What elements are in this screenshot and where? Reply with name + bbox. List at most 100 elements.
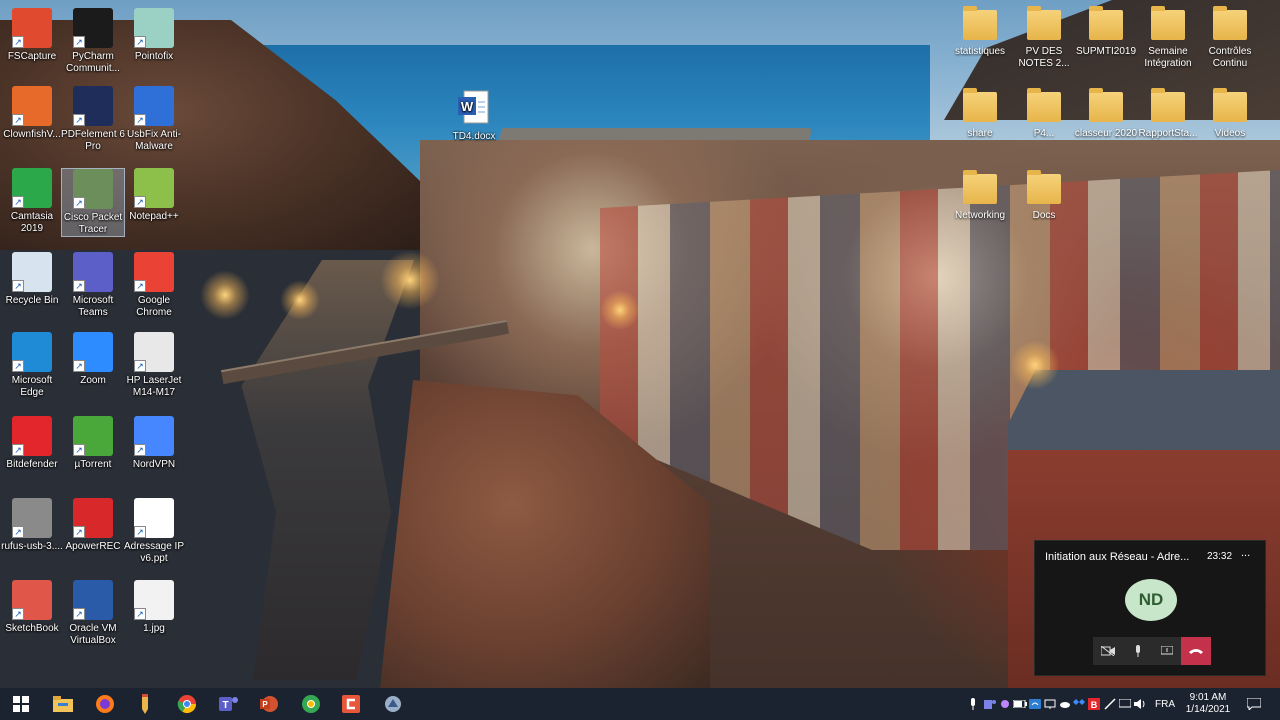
desktop-icon-label: Notepad++ xyxy=(129,211,179,222)
desktop-icon[interactable]: ↗ Google Chrome xyxy=(122,252,186,319)
desktop-folder-label: PV DES NOTES 2... xyxy=(1018,46,1070,69)
taskbar-chrome[interactable] xyxy=(166,688,208,720)
desktop-icon[interactable]: ↗ Oracle VM VirtualBox xyxy=(61,580,125,647)
shortcut-arrow-icon: ↗ xyxy=(134,444,146,456)
desktop-icon[interactable]: ↗ NordVPN xyxy=(122,416,186,471)
desktop-icon[interactable]: ↗ Recycle Bin xyxy=(0,252,64,307)
camera-toggle-button[interactable] xyxy=(1093,637,1123,665)
tray-app[interactable] xyxy=(998,688,1012,720)
taskbar-chrome-alt[interactable] xyxy=(290,688,332,720)
desktop-folder[interactable]: Networking xyxy=(948,170,1012,222)
wallpaper-light xyxy=(200,270,250,320)
desktop-folder[interactable]: Contrôles Continu xyxy=(1198,6,1262,70)
utorrent-icon: ↗ xyxy=(73,416,113,456)
shortcut-arrow-icon: ↗ xyxy=(134,196,146,208)
camtasia-icon: ↗ xyxy=(12,168,52,208)
desktop-icon[interactable]: ↗ SketchBook xyxy=(0,580,64,635)
tray-teams[interactable] xyxy=(982,688,998,720)
taskbar-file-explorer[interactable] xyxy=(42,688,84,720)
desktop-folder[interactable]: statistiques xyxy=(948,6,1012,58)
tray-display[interactable] xyxy=(1118,688,1132,720)
taskbar-firefox[interactable] xyxy=(84,688,126,720)
share-screen-button[interactable] xyxy=(1153,637,1181,665)
desktop-icon[interactable]: ↗ ClownfishV... xyxy=(0,86,64,141)
avatar-initials: ND xyxy=(1138,590,1164,609)
desktop-icon[interactable]: ↗ FSCapture xyxy=(0,8,64,63)
taskbar-camtasia[interactable] xyxy=(330,688,372,720)
desktop-folder[interactable]: Docs xyxy=(1012,170,1076,222)
desktop-icon[interactable]: ↗ PDFelement 6 Pro xyxy=(61,86,125,153)
bitdefender-icon: B xyxy=(1088,698,1100,710)
taskbar-powerpoint[interactable]: P xyxy=(248,688,290,720)
wifi-icon xyxy=(1029,699,1041,709)
desktop-icon[interactable]: ↗ Cisco Packet Tracer xyxy=(61,168,125,237)
teams-call-window[interactable]: Initiation aux Réseau - Adre... 23:32 ..… xyxy=(1034,540,1266,676)
desktop-folder[interactable]: Semaine Intégration xyxy=(1136,6,1200,70)
desktop-icon-label: rufus-usb-3.... xyxy=(1,541,63,552)
language-indicator: FRA xyxy=(1155,698,1175,710)
desktop-folder[interactable]: classeur 2020 xyxy=(1074,88,1138,140)
cisco-packet-tracer-icon: ↗ xyxy=(73,169,113,209)
network-icon xyxy=(1044,699,1056,709)
tray-cloud[interactable] xyxy=(1058,688,1072,720)
shortcut-arrow-icon: ↗ xyxy=(134,36,146,48)
desktop-folder[interactable]: PV DES NOTES 2... xyxy=(1012,6,1076,70)
shortcut-arrow-icon: ↗ xyxy=(73,280,85,292)
tray-clock[interactable]: 9:01 AM 1/14/2021 xyxy=(1180,688,1236,720)
desktop-icon[interactable]: ↗ ApowerREC xyxy=(61,498,125,553)
edge-icon: ↗ xyxy=(12,332,52,372)
desktop-file-td4[interactable]: W TD4.docx xyxy=(442,88,506,143)
desktop-icon[interactable]: ↗ Microsoft Teams xyxy=(61,252,125,319)
desktop-folder[interactable]: P4... xyxy=(1012,88,1076,140)
start-button[interactable] xyxy=(0,688,42,720)
desktop-icon[interactable]: ↗ HP LaserJet M14-M17 xyxy=(122,332,186,399)
desktop-icon[interactable]: ↗ Notepad++ xyxy=(122,168,186,223)
tray-network[interactable] xyxy=(1042,688,1058,720)
desktop-icon[interactable]: ↗ PyCharm Communit... xyxy=(61,8,125,75)
hang-up-button[interactable] xyxy=(1181,637,1211,665)
tray-pen[interactable] xyxy=(1102,688,1118,720)
tray-bitdefender[interactable]: B xyxy=(1086,688,1102,720)
desktop-icon[interactable]: ↗ Camtasia 2019 xyxy=(0,168,64,235)
desktop-icon-label: 1.jpg xyxy=(143,623,165,634)
taskbar-teams[interactable]: T xyxy=(208,688,250,720)
shortcut-arrow-icon: ↗ xyxy=(73,526,85,538)
desktop-icon[interactable]: ↗ Pointofix xyxy=(122,8,186,63)
pycharm-icon: ↗ xyxy=(73,8,113,48)
shortcut-arrow-icon: ↗ xyxy=(12,608,24,620)
desktop-folder[interactable]: Videos xyxy=(1198,88,1262,140)
taskbar-recorder[interactable] xyxy=(372,688,414,720)
virtualbox-icon: ↗ xyxy=(73,580,113,620)
folder-icon xyxy=(963,88,997,122)
tray-microphone[interactable] xyxy=(966,688,980,720)
desktop-folder[interactable]: share xyxy=(948,88,1012,140)
desktop-icon[interactable]: ↗ Adressage IP v6.ppt xyxy=(122,498,186,565)
folder-icon xyxy=(1151,88,1185,122)
desktop-folder-label: RapportSta... xyxy=(1138,128,1198,139)
tray-notifications[interactable] xyxy=(1240,688,1268,720)
zoom-icon: ↗ xyxy=(73,332,113,372)
folder-icon xyxy=(1213,88,1247,122)
mic-toggle-button[interactable] xyxy=(1123,637,1153,665)
desktop-icon[interactable]: ↗ UsbFix Anti-Malware xyxy=(122,86,186,153)
desktop-folder[interactable]: RapportSta... xyxy=(1136,88,1200,140)
desktop-icon[interactable]: ↗ Bitdefender xyxy=(0,416,64,471)
tray-volume[interactable] xyxy=(1132,688,1148,720)
tray-dropbox[interactable] xyxy=(1072,688,1086,720)
display-icon xyxy=(1119,699,1131,708)
taskbar: T P B FRA 9:01 AM 1/14/2021 xyxy=(0,688,1280,720)
shortcut-arrow-icon: ↗ xyxy=(73,36,85,48)
desktop-icon[interactable]: ↗ Zoom xyxy=(61,332,125,387)
desktop-icon[interactable]: ↗ 1.jpg xyxy=(122,580,186,635)
desktop-folder[interactable]: SUPMTI2019 xyxy=(1074,6,1138,58)
desktop-icon[interactable]: ↗ µTorrent xyxy=(61,416,125,471)
tray-battery[interactable] xyxy=(1012,688,1028,720)
call-more-button[interactable]: ... xyxy=(1241,547,1250,559)
taskbar-pencil-app[interactable] xyxy=(124,688,166,720)
desktop-icon[interactable]: ↗ rufus-usb-3.... xyxy=(0,498,64,553)
microphone-icon xyxy=(1136,645,1140,657)
tray-wifi[interactable] xyxy=(1028,688,1042,720)
desktop-icon[interactable]: ↗ Microsoft Edge xyxy=(0,332,64,399)
tray-language[interactable]: FRA xyxy=(1150,688,1180,720)
desktop-folder-label: Videos xyxy=(1214,128,1246,139)
